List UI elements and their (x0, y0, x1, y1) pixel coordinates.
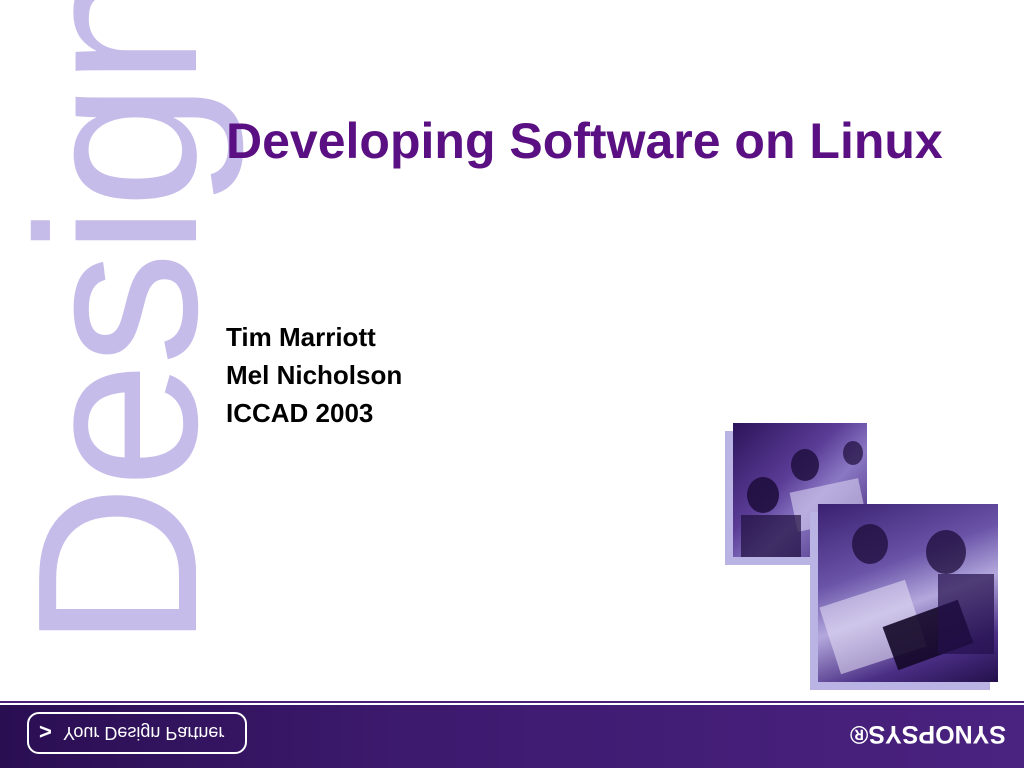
company-logo: SYNOPSYS® (850, 720, 1006, 748)
footer-divider (0, 701, 1024, 703)
tagline-text: Your Design Partner (63, 723, 225, 743)
chevron-right-icon: > (39, 719, 52, 744)
event-line: ICCAD 2003 (226, 398, 374, 428)
laptop-photo (818, 504, 998, 682)
design-watermark: Design (0, 0, 245, 649)
author-line: Mel Nicholson (226, 360, 403, 390)
author-block: Tim Marriott Mel Nicholson ICCAD 2003 (226, 318, 402, 432)
author-line: Tim Marriott (226, 322, 376, 352)
tagline-badge: > Your Design Partner (27, 712, 247, 754)
footer-bar: > Your Design Partner SYNOPSYS® (0, 705, 1024, 768)
slide-title: Developing Software on Linux (226, 113, 943, 169)
